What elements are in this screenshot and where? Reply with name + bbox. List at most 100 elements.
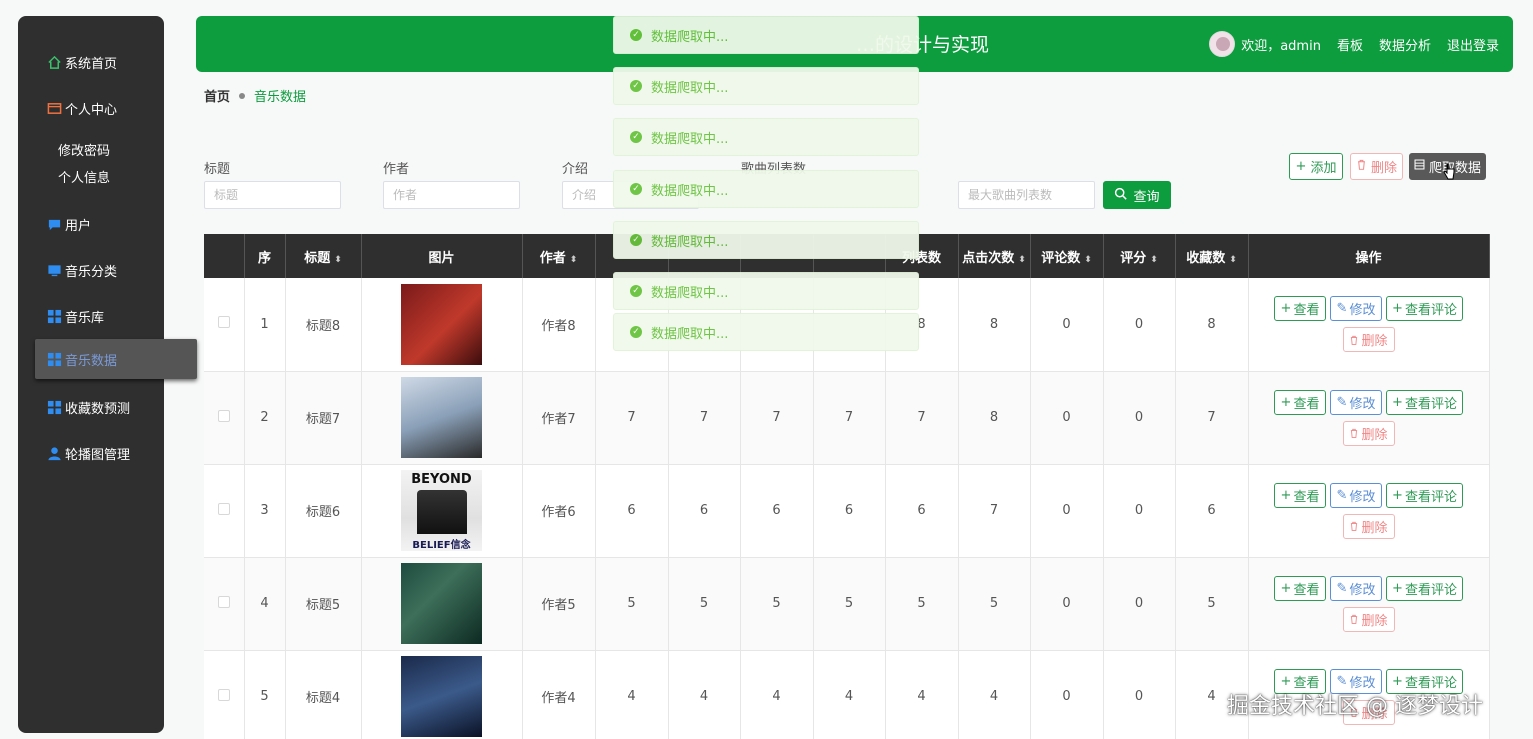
row-value-3: 6	[740, 464, 814, 558]
search-input-max-list-count[interactable]	[958, 181, 1095, 209]
sidebar-item-home[interactable]: 系统首页	[18, 42, 164, 82]
edit-label: 修改	[1349, 582, 1376, 598]
col-label: 作者	[539, 250, 566, 266]
sidebar-item-music-data[interactable]: 音乐数据	[35, 339, 197, 379]
row-select-cell[interactable]	[204, 464, 245, 558]
edit-button[interactable]: ✎ 修改	[1330, 296, 1382, 322]
row-title: 标题4	[285, 650, 362, 739]
delete-button[interactable]: 删除	[1342, 420, 1395, 446]
row-song-list-count: 7	[885, 371, 959, 465]
row-score: 0	[1103, 371, 1176, 465]
trash-icon	[1356, 159, 1367, 174]
view-comments-button[interactable]: + 查看评论	[1386, 296, 1463, 322]
sort-icon[interactable]: ⬍	[1150, 255, 1158, 265]
plus-icon: +	[1280, 673, 1292, 689]
search-input-author[interactable]	[383, 181, 520, 209]
row-checkbox[interactable]	[217, 502, 230, 515]
album-cover-image[interactable]	[401, 656, 482, 737]
delete-button[interactable]: 删除	[1342, 606, 1395, 632]
album-cover-image[interactable]	[401, 377, 482, 458]
row-checkbox[interactable]	[217, 595, 230, 608]
pencil-icon: ✎	[1336, 301, 1348, 317]
view-comments-button[interactable]: + 查看评论	[1386, 389, 1463, 415]
view-button[interactable]: + 查看	[1274, 482, 1326, 508]
view-label: 查看	[1293, 396, 1320, 412]
album-cover-image[interactable]	[401, 563, 482, 644]
sidebar-item-label: 收藏数预测	[65, 401, 131, 417]
breadcrumb-home[interactable]: 首页	[204, 86, 230, 105]
list-icon	[1414, 159, 1425, 174]
col-favorite-count[interactable]: 收藏数 ⬍	[1175, 234, 1249, 278]
toast-text: 数据爬取中...	[651, 234, 729, 250]
view-button[interactable]: + 查看	[1274, 575, 1326, 601]
sidebar-item-carousel[interactable]: 轮播图管理	[18, 433, 164, 473]
row-value-1: 6	[595, 464, 669, 558]
breadcrumb-separator	[239, 92, 246, 99]
col-score[interactable]: 评分 ⬍	[1103, 234, 1176, 278]
header-link-analysis[interactable]: 数据分析	[1379, 35, 1431, 54]
col-click-count[interactable]: 点击次数 ⬍	[958, 234, 1031, 278]
sort-icon[interactable]: ⬍	[334, 255, 342, 265]
row-checkbox[interactable]	[217, 688, 230, 701]
sidebar-item-music-category[interactable]: 音乐分类	[18, 250, 164, 290]
view-button[interactable]: + 查看	[1274, 389, 1326, 415]
search-input-title[interactable]	[204, 181, 341, 209]
delete-button[interactable]: 删除	[1342, 513, 1395, 539]
row-score: 0	[1103, 557, 1176, 651]
toast-text: 数据爬取中...	[651, 80, 729, 96]
col-title[interactable]: 标题 ⬍	[285, 234, 362, 278]
sidebar-subitem-change-password[interactable]: 修改密码	[58, 140, 110, 159]
sort-icon[interactable]: ⬍	[1018, 255, 1026, 265]
row-select-cell[interactable]	[204, 278, 245, 372]
edit-button[interactable]: ✎ 修改	[1330, 575, 1382, 601]
trash-icon	[1351, 521, 1358, 531]
col-comment-count[interactable]: 评论数 ⬍	[1030, 234, 1104, 278]
row-score: 0	[1103, 464, 1176, 558]
add-button[interactable]: + 添加	[1289, 153, 1343, 180]
sidebar-item-profile-center[interactable]: 个人中心	[18, 88, 164, 128]
col-label: 评论数	[1041, 250, 1081, 266]
view-comments-button[interactable]: + 查看评论	[1386, 575, 1463, 601]
view-label: 查看	[1293, 582, 1320, 598]
edit-button[interactable]: ✎ 修改	[1330, 389, 1382, 415]
row-actions: + 查看 ✎ 修改 + 查看评论 删除	[1248, 557, 1490, 651]
view-comments-button[interactable]: + 查看评论	[1386, 482, 1463, 508]
header-link-logout[interactable]: 退出登录	[1447, 35, 1499, 54]
toast-message: ✓ 数据爬取中...	[613, 16, 919, 54]
delete-button[interactable]: 删除	[1342, 327, 1395, 353]
row-checkbox[interactable]	[217, 409, 230, 422]
album-cover-image[interactable]: BEYOND BELIEF信念	[401, 470, 482, 551]
toast-message: ✓ 数据爬取中...	[613, 67, 919, 105]
row-select-cell[interactable]	[204, 371, 245, 465]
sort-icon[interactable]: ⬍	[1084, 255, 1092, 265]
sort-icon[interactable]: ⬍	[1229, 255, 1237, 265]
row-image-cell	[361, 371, 523, 465]
sort-icon[interactable]: ⬍	[570, 255, 578, 265]
header-link-dashboard[interactable]: 看板	[1337, 35, 1363, 54]
row-score: 0	[1103, 278, 1176, 372]
row-comment-count: 0	[1030, 371, 1104, 465]
row-favorite-count: 8	[1175, 278, 1249, 372]
edit-button[interactable]: ✎ 修改	[1330, 482, 1382, 508]
sidebar-subitem-personal-info[interactable]: 个人信息	[58, 167, 110, 186]
view-button[interactable]: + 查看	[1274, 296, 1326, 322]
sidebar-item-favorite-forecast[interactable]: 收藏数预测	[18, 387, 164, 427]
query-button[interactable]: 查询	[1103, 181, 1171, 209]
row-select-cell[interactable]	[204, 650, 245, 739]
sidebar-item-music-library[interactable]: 音乐库	[18, 296, 164, 336]
plus-icon: +	[1392, 580, 1403, 596]
batch-delete-button[interactable]: 删除	[1350, 153, 1403, 180]
album-cover-image[interactable]	[401, 283, 482, 365]
row-select-cell[interactable]	[204, 557, 245, 651]
sidebar-item-user[interactable]: 用户	[18, 204, 164, 244]
comment-label: 查看评论	[1404, 396, 1457, 412]
row-author: 作者5	[522, 557, 596, 651]
trash-icon	[1351, 614, 1358, 624]
row-score: 0	[1103, 650, 1176, 739]
col-author[interactable]: 作者 ⬍	[522, 234, 596, 278]
monitor-icon	[46, 262, 62, 278]
row-checkbox[interactable]	[217, 316, 230, 329]
grid-icon	[46, 399, 62, 415]
row-image-cell	[361, 557, 523, 651]
col-label: 评分	[1120, 250, 1147, 266]
